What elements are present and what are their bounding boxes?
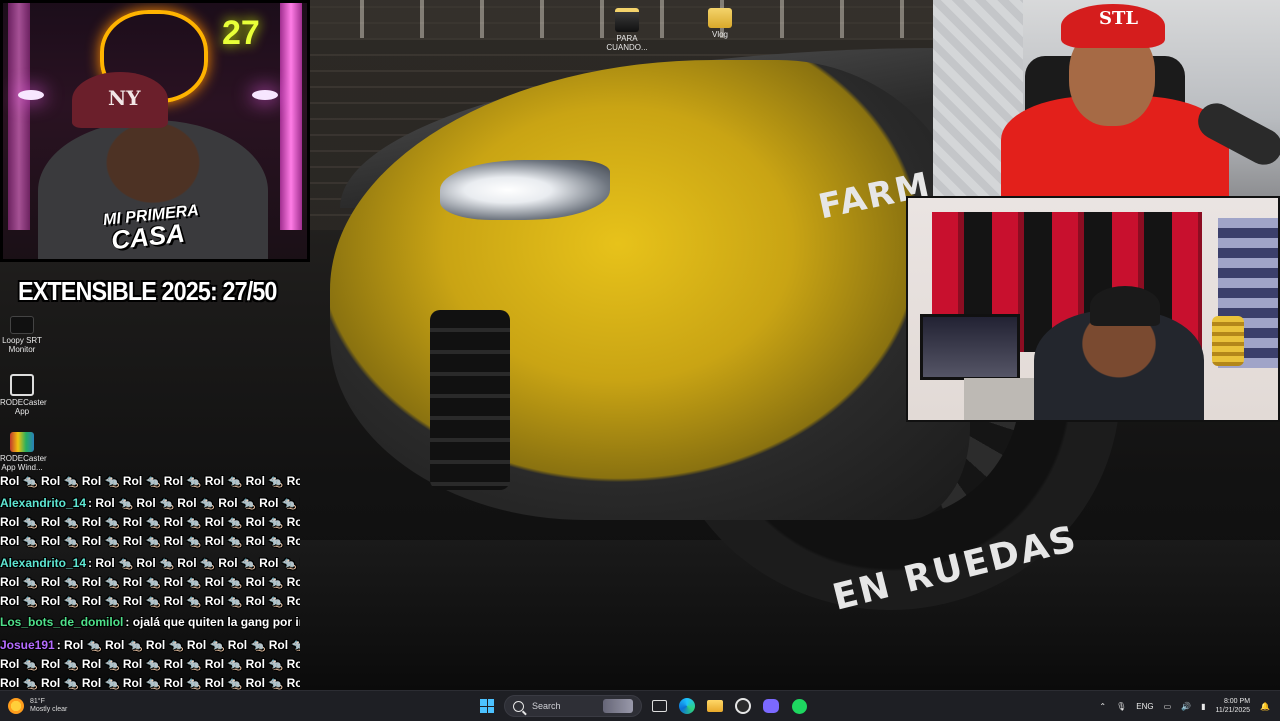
chat-message-text: Rol 🐀 Rol 🐀 Rol 🐀 Rol 🐀 Rol 🐀 Rol 🐀 Rol … — [0, 594, 300, 608]
weather-condition: Mostly clear — [30, 706, 68, 713]
chat-message-text: : Rol 🐀 Rol 🐀 Rol 🐀 Rol 🐀 Rol 🐀 Rol 🐀 Ro — [56, 638, 300, 652]
rodecaster-icon — [10, 374, 34, 396]
chat-message: Alexandrito_14: Rol 🐀 Rol 🐀 Rol 🐀 Rol 🐀 … — [0, 496, 300, 515]
beanie — [1090, 286, 1160, 326]
television — [920, 314, 1020, 380]
chat-message-text: Rol 🐀 Rol 🐀 Rol 🐀 Rol 🐀 Rol 🐀 Rol 🐀 Rol … — [0, 657, 300, 671]
discord-icon[interactable] — [760, 695, 782, 717]
spotify-icon[interactable] — [788, 695, 810, 717]
edge-icon[interactable] — [676, 695, 698, 717]
folder-icon — [708, 8, 732, 28]
chat-message: Alexandrito_14: Rol 🐀 Rol 🐀 Rol 🐀 Rol 🐀 … — [0, 556, 300, 575]
weather-sun-icon — [8, 698, 24, 714]
challenge-counter: EXTENSIBLE 2025: 27/50 — [18, 276, 277, 306]
battery-icon[interactable]: ▮ — [1201, 702, 1205, 711]
chat-message: Rol 🐀 Rol 🐀 Rol 🐀 Rol 🐀 Rol 🐀 Rol 🐀 Rol … — [0, 594, 300, 613]
webcam-overlay-host: 27 NY MI PRIMERA CASA — [0, 0, 310, 262]
chat-message-text: Rol 🐀 Rol 🐀 Rol 🐀 Rol 🐀 Rol 🐀 Rol 🐀 Rol … — [0, 575, 300, 589]
chat-message: Rol 🐀 Rol 🐀 Rol 🐀 Rol 🐀 Rol 🐀 Rol 🐀 Rol … — [0, 474, 300, 493]
microphone-icon[interactable]: 🎙 — [1116, 702, 1126, 711]
language-indicator[interactable]: ENG — [1136, 702, 1153, 711]
network-icon[interactable]: ▭ — [1164, 702, 1172, 711]
taskbar-apps: Search — [476, 694, 810, 718]
desktop-icon-vlog[interactable]: Vlog — [690, 8, 750, 39]
clock[interactable]: 8:00 PM 11/21/2025 — [1216, 697, 1251, 715]
chat-message-text: Rol 🐀 Rol 🐀 Rol 🐀 Rol 🐀 Rol 🐀 Rol 🐀 Rol … — [0, 474, 300, 488]
clock-date: 11/21/2025 — [1215, 707, 1251, 714]
desktop-icon-rodecaster-app-wind[interactable]: RODECaster App Wind... — [0, 432, 47, 472]
chat-message-text: : ojalá que quiten la gang por in — [125, 615, 300, 629]
desktop-icon-label: PARA CUANDO... — [606, 34, 648, 52]
search-placeholder: Search — [532, 701, 561, 711]
search-icon — [513, 700, 524, 712]
chevron-up-icon[interactable]: ⌃ — [1099, 702, 1106, 711]
chat-message-text: Rol 🐀 Rol 🐀 Rol 🐀 Rol 🐀 Rol 🐀 Rol 🐀 Rol … — [0, 515, 300, 529]
chat-message-text: Rol 🐀 Rol 🐀 Rol 🐀 Rol 🐀 Rol 🐀 Rol 🐀 Rol … — [0, 676, 300, 690]
srt-monitor-icon — [10, 316, 34, 334]
notification-bell-icon[interactable]: 🔔 — [1260, 702, 1270, 711]
chat-message: Rol 🐀 Rol 🐀 Rol 🐀 Rol 🐀 Rol 🐀 Rol 🐀 Rol … — [0, 534, 300, 553]
chat-username: Alexandrito_14 — [0, 496, 87, 510]
task-view-icon[interactable] — [648, 695, 670, 717]
chat-message-text: Rol 🐀 Rol 🐀 Rol 🐀 Rol 🐀 Rol 🐀 Rol 🐀 Rol … — [0, 534, 300, 548]
cap-logo: STL — [1099, 8, 1139, 29]
basket — [1212, 316, 1244, 366]
chat-username: Alexandrito_14 — [0, 556, 87, 570]
obs-icon[interactable] — [732, 695, 754, 717]
desktop-icon-label: RODECaster App — [0, 398, 47, 416]
weather-widget[interactable]: 81°F Mostly clear — [8, 695, 67, 717]
chat-message-text: : Rol 🐀 Rol 🐀 Rol 🐀 Rol 🐀 Rol 🐀 Rol 🐀 Ro… — [88, 496, 300, 510]
chat-message: Rol 🐀 Rol 🐀 Rol 🐀 Rol 🐀 Rol 🐀 Rol 🐀 Rol … — [0, 515, 300, 534]
taskbar-search[interactable]: Search — [504, 695, 642, 717]
desktop-icon-para-cuando[interactable]: PARA CUANDO... — [597, 8, 657, 52]
desktop-icon-loopy-srt-monitor[interactable]: Loopy SRT Monitor — [0, 316, 44, 354]
volume-icon[interactable]: 🔊 — [1181, 702, 1191, 711]
folder-icon — [615, 8, 639, 32]
system-tray: ⌃ 🎙 ENG ▭ 🔊 ▮ 8:00 PM 11/21/2025 🔔 — [1099, 694, 1270, 718]
clock-time: 8:00 PM — [1223, 698, 1251, 705]
search-highlight-icon — [603, 699, 633, 713]
chat-message: Josue191: Rol 🐀 Rol 🐀 Rol 🐀 Rol 🐀 Rol 🐀 … — [0, 638, 300, 657]
chat-username: Josue191 — [0, 638, 55, 652]
archive-icon — [10, 432, 34, 452]
desktop-icon-label: Loopy SRT Monitor — [2, 336, 42, 354]
chat-message: Rol 🐀 Rol 🐀 Rol 🐀 Rol 🐀 Rol 🐀 Rol 🐀 Rol … — [0, 575, 300, 594]
weather-temp: 81°F — [30, 698, 45, 705]
car-vent — [430, 310, 510, 490]
car-headlight — [440, 160, 610, 220]
guest-person — [1034, 310, 1204, 420]
desktop-icon-label: Vlog — [711, 30, 728, 39]
desktop-icon-rodecaster-app[interactable]: RODECaster App — [0, 374, 47, 416]
windows-logo-icon — [480, 699, 494, 713]
desktop-icon-label: RODECaster App Wind... — [0, 454, 47, 472]
start-button[interactable] — [476, 695, 498, 717]
chat-message: Los_bots_de_domilol: ojalá que quiten la… — [0, 615, 300, 634]
taskbar: 81°F Mostly clear Search ⌃ 🎙 ENG ▭ 🔊 ▮ 8… — [0, 690, 1280, 721]
cam-frame — [0, 0, 310, 262]
webcam-overlay-guest-2 — [906, 196, 1280, 422]
chat-username: Los_bots_de_domilol — [0, 615, 124, 629]
webcam-overlay-guest-1: STL — [933, 0, 1280, 196]
chat-message-text: : Rol 🐀 Rol 🐀 Rol 🐀 Rol 🐀 Rol 🐀 Rol 🐀 Ro… — [88, 556, 300, 570]
chat-message: Rol 🐀 Rol 🐀 Rol 🐀 Rol 🐀 Rol 🐀 Rol 🐀 Rol … — [0, 657, 300, 676]
file-explorer-icon[interactable] — [704, 695, 726, 717]
